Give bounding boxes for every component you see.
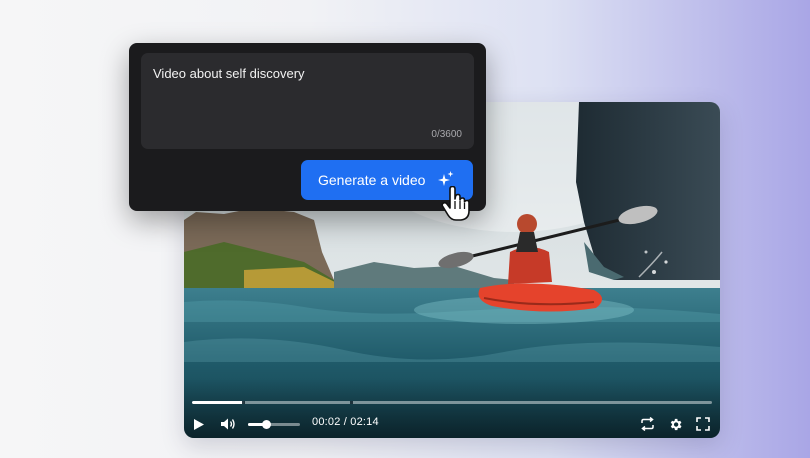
play-button[interactable]: [190, 414, 208, 434]
hand-cursor-icon: [441, 186, 470, 221]
settings-icon: [670, 418, 681, 430]
character-count: 0/3600: [431, 129, 462, 140]
loop-button[interactable]: [638, 414, 656, 434]
chapter-marker: [350, 401, 353, 404]
prompt-panel: Video about self discovery 0/3600 Genera…: [129, 43, 486, 211]
progress-fill: [192, 401, 244, 404]
volume-button[interactable]: [218, 414, 238, 434]
volume-slider[interactable]: [248, 420, 300, 429]
generate-video-label: Generate a video: [318, 172, 426, 188]
prompt-textarea[interactable]: Video about self discovery 0/3600: [141, 53, 474, 149]
time-display: 00:02 / 02:14: [312, 416, 379, 428]
progress-bar[interactable]: [192, 401, 712, 404]
prompt-text: Video about self discovery: [153, 66, 305, 81]
settings-button[interactable]: [666, 414, 684, 434]
play-icon: [194, 418, 204, 430]
volume-icon: [221, 418, 235, 430]
chapter-marker: [242, 401, 245, 404]
loop-icon: [640, 417, 654, 431]
fullscreen-icon: [696, 417, 710, 431]
fullscreen-button[interactable]: [694, 414, 712, 434]
